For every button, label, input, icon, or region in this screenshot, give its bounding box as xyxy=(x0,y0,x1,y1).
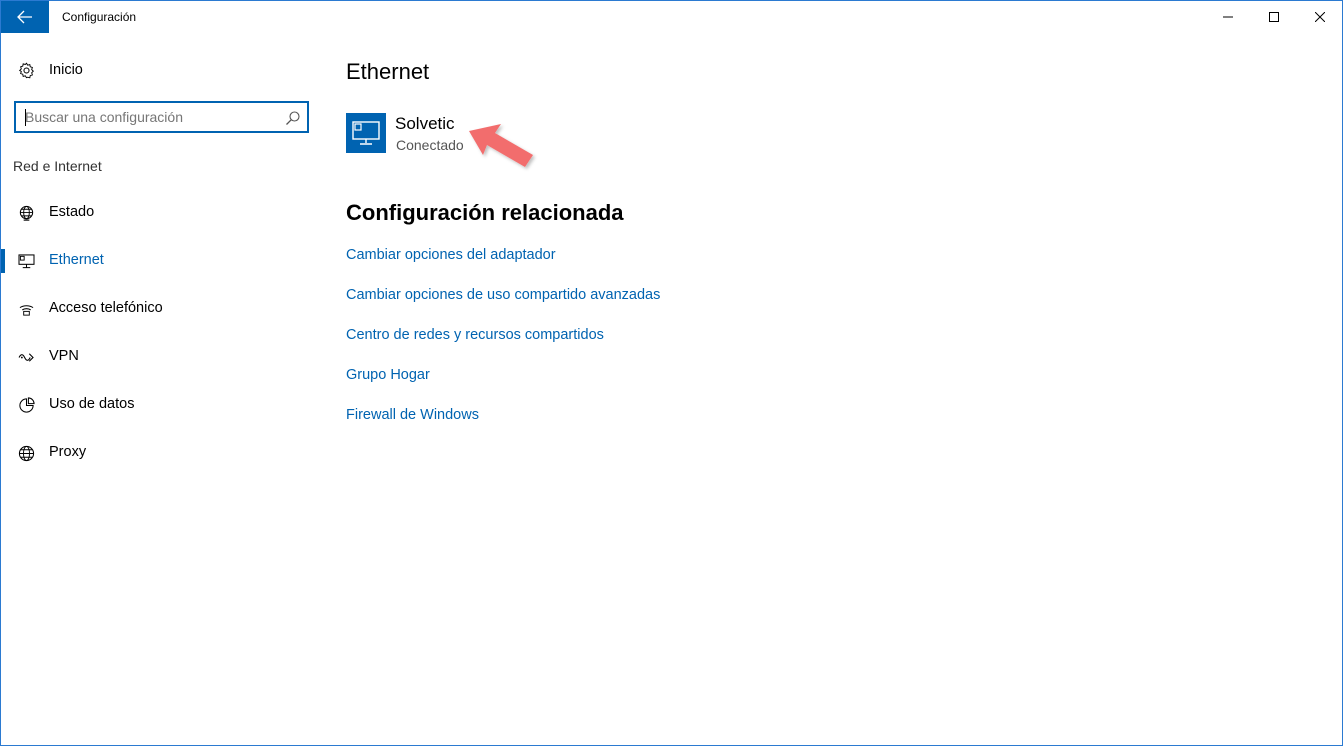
sidebar-item-label: VPN xyxy=(49,348,79,364)
close-icon xyxy=(1315,12,1325,22)
nav-home-label: Inicio xyxy=(49,62,83,78)
vpn-icon xyxy=(17,348,35,366)
back-arrow-icon xyxy=(17,10,32,24)
link-windows-firewall[interactable]: Firewall de Windows xyxy=(346,407,479,423)
text-caret xyxy=(25,109,26,126)
maximize-button[interactable] xyxy=(1251,1,1297,33)
annotation-arrow-icon xyxy=(469,124,533,167)
connection-tile[interactable] xyxy=(346,113,386,153)
sidebar-item-ethernet[interactable]: Ethernet xyxy=(1,241,321,281)
data-usage-icon xyxy=(17,396,35,414)
back-button[interactable] xyxy=(1,1,49,33)
search-box[interactable] xyxy=(14,101,309,133)
sidebar-item-label: Ethernet xyxy=(49,252,104,268)
sidebar-item-label: Estado xyxy=(49,204,95,220)
settings-window: Configuración Inicio Red e Internet xyxy=(0,0,1343,746)
sidebar-item-vpn[interactable]: VPN xyxy=(1,337,321,377)
dial-up-icon xyxy=(17,300,35,318)
sidebar-item-uso-de-datos[interactable]: Uso de datos xyxy=(1,385,321,425)
link-advanced-sharing[interactable]: Cambiar opciones de uso compartido avanz… xyxy=(346,287,660,303)
nav-home[interactable]: Inicio xyxy=(1,53,321,87)
close-button[interactable] xyxy=(1297,1,1343,33)
minimize-icon xyxy=(1223,16,1233,18)
active-indicator xyxy=(1,249,5,273)
search-icon[interactable] xyxy=(285,110,301,126)
section-title: Red e Internet xyxy=(13,158,102,174)
connection-status: Conectado xyxy=(396,137,464,153)
sidebar-item-label: Uso de datos xyxy=(49,396,135,412)
connection-name[interactable]: Solvetic xyxy=(395,114,455,134)
globe-icon xyxy=(17,444,35,462)
gear-icon xyxy=(17,61,35,79)
related-settings-title: Configuración relacionada xyxy=(346,200,624,225)
link-homegroup[interactable]: Grupo Hogar xyxy=(346,367,430,383)
page-title: Ethernet xyxy=(346,59,430,84)
sidebar-item-estado[interactable]: Estado xyxy=(1,193,321,233)
window-title: Configuración xyxy=(62,10,137,24)
maximize-icon xyxy=(1269,12,1279,22)
globe-network-icon xyxy=(17,204,35,222)
link-network-sharing-center[interactable]: Centro de redes y recursos compartidos xyxy=(346,327,604,343)
sidebar-item-label: Proxy xyxy=(49,444,87,460)
sidebar-item-label: Acceso telefónico xyxy=(49,300,163,316)
ethernet-icon xyxy=(17,252,35,270)
search-input[interactable] xyxy=(25,108,275,126)
sidebar-item-proxy[interactable]: Proxy xyxy=(1,433,321,473)
title-bar: Configuración xyxy=(1,1,1342,33)
link-adapter-options[interactable]: Cambiar opciones del adaptador xyxy=(346,247,556,263)
ethernet-network-icon xyxy=(352,121,380,145)
minimize-button[interactable] xyxy=(1205,1,1251,33)
sidebar-item-acceso-telefonico[interactable]: Acceso telefónico xyxy=(1,289,321,329)
